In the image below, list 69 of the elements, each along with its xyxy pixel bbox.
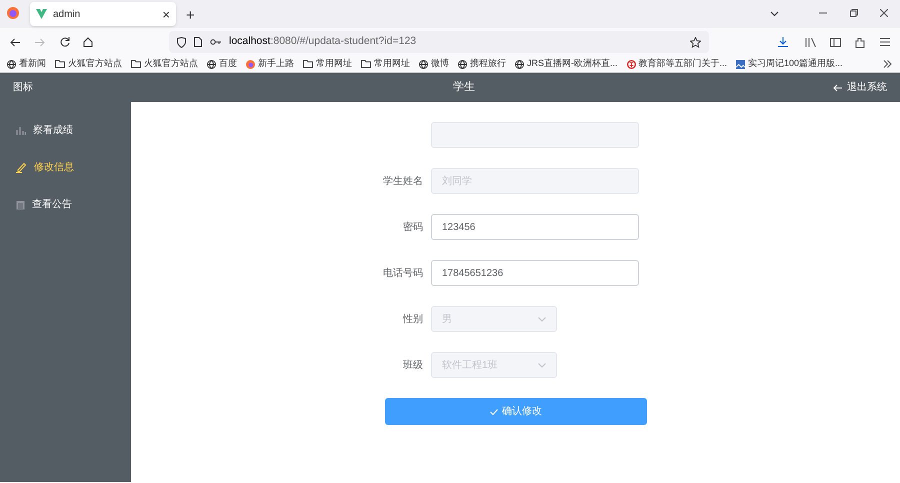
fox-icon: [246, 60, 255, 68]
seal-icon: [626, 60, 636, 68]
library-icon[interactable]: [805, 38, 816, 46]
folder-icon: [55, 60, 65, 68]
chevron-down-icon[interactable]: [770, 11, 779, 17]
globe-icon: [515, 60, 524, 68]
shield-icon: [177, 36, 186, 48]
clipboard-icon: [16, 200, 25, 210]
address-bar[interactable]: localhost:8080/#/updata-student?id=123: [169, 31, 709, 53]
bookmark-link[interactable]: 微博: [431, 57, 449, 71]
url-text: localhost:8080/#/updata-student?id=123: [229, 34, 418, 50]
restore-icon[interactable]: [850, 9, 858, 17]
chevron-down-icon: [538, 362, 546, 368]
key-icon: [210, 39, 221, 45]
bookmark-link[interactable]: 携程旅行: [470, 57, 506, 71]
folder-icon: [131, 60, 141, 68]
bookmark-link[interactable]: 实习周记100篇通用版...: [748, 57, 843, 71]
field-label: 学生姓名: [383, 176, 423, 186]
logo-text: 图标: [13, 80, 34, 95]
pencil-icon: [16, 162, 27, 173]
menu-item[interactable]: 修改信息: [0, 149, 131, 186]
new-tab-button[interactable]: +: [186, 8, 195, 23]
logout-button[interactable]: 退出系统: [833, 80, 887, 95]
chevron-right-icon[interactable]: [883, 60, 892, 68]
globe-icon: [458, 60, 467, 68]
reload-icon[interactable]: [60, 37, 70, 47]
globe-icon: [207, 60, 216, 68]
field-label: 电话号码: [383, 268, 423, 278]
extensions-icon[interactable]: [855, 36, 865, 48]
bar-chart-icon: [16, 126, 26, 135]
bookmark-link[interactable]: 常用网址: [316, 57, 352, 71]
close-tab-button[interactable]: ×: [162, 8, 170, 20]
home-icon[interactable]: [83, 37, 93, 47]
tab-title: admin: [53, 8, 82, 22]
page-title: 学生: [453, 80, 476, 96]
sidebar-icon[interactable]: [830, 38, 841, 46]
arrow-left-icon: [833, 84, 842, 92]
back-icon[interactable]: [10, 38, 20, 46]
page-icon: [194, 37, 202, 47]
picture-icon: [736, 60, 746, 68]
bookmark-link[interactable]: JRS直播网-欧洲杯直...: [527, 57, 618, 71]
input-field[interactable]: 17845651236: [431, 260, 639, 286]
bookmark-link[interactable]: 火狐官方站点: [68, 57, 122, 71]
browser-logo-icon[interactable]: [7, 7, 19, 19]
bookmark-link[interactable]: 常用网址: [374, 57, 410, 71]
browser-tab[interactable]: admin ×: [30, 2, 176, 26]
bookmark-link[interactable]: 教育部等五部门关于...: [638, 57, 728, 71]
folder-icon: [361, 60, 371, 68]
field-label: 密码: [403, 222, 423, 232]
input-field[interactable]: 123456: [431, 214, 639, 240]
globe-icon: [419, 60, 428, 68]
download-icon[interactable]: [778, 37, 788, 47]
globe-icon: [7, 60, 16, 68]
field-label: 班级: [403, 360, 423, 370]
menu-icon[interactable]: [880, 38, 890, 46]
check-icon: [490, 408, 498, 414]
v-logo-icon: [36, 9, 47, 19]
minimize-icon[interactable]: [819, 12, 827, 14]
folder-icon: [303, 60, 313, 68]
menu-item[interactable]: 查看公告: [0, 186, 131, 223]
bookmark-link[interactable]: 新手上路: [258, 57, 294, 71]
bookmark-link[interactable]: 火狐官方站点: [144, 57, 198, 71]
close-icon[interactable]: [880, 9, 888, 17]
bookmark-link[interactable]: 看新闻: [19, 57, 46, 71]
menu-item[interactable]: 察看成绩: [0, 112, 131, 149]
field-label: 性别: [403, 314, 423, 324]
chevron-down-icon: [538, 316, 546, 322]
star-icon[interactable]: [690, 36, 701, 48]
bookmark-link[interactable]: 百度: [219, 57, 237, 71]
